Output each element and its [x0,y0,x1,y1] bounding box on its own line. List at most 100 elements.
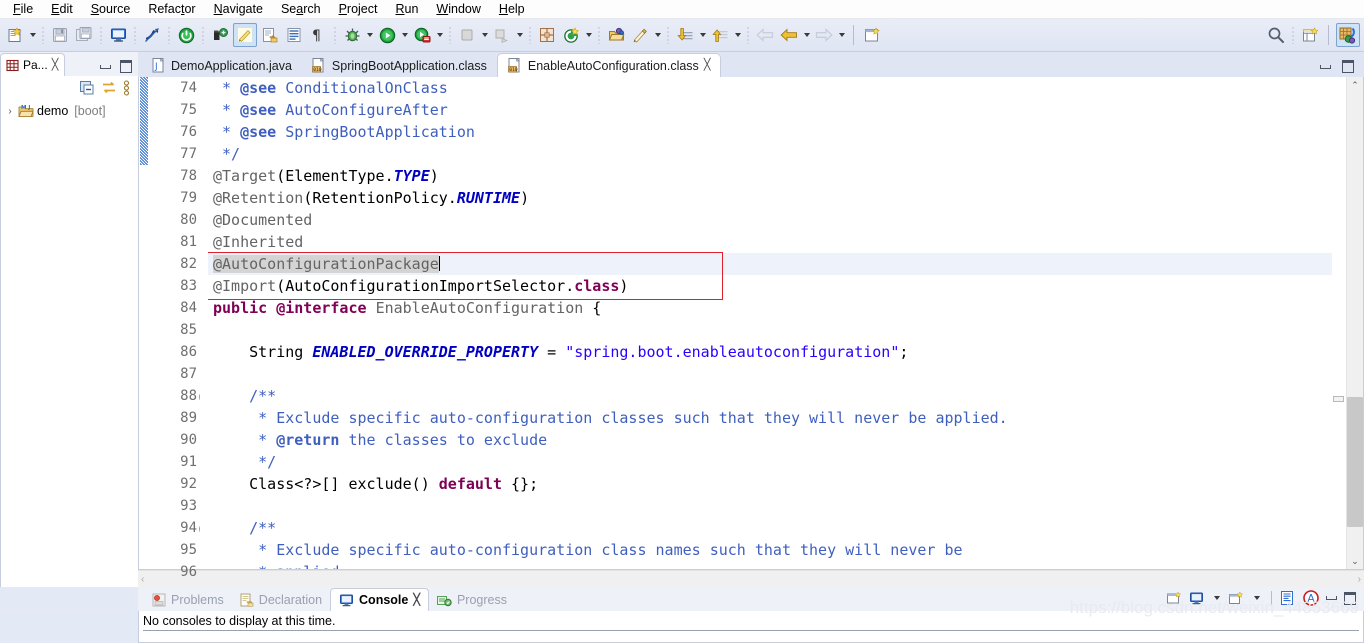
code-line[interactable]: /** [208,385,1332,407]
tree-node-demo[interactable]: › M J demo [boot] [3,102,138,120]
bottom-tab-problems[interactable]: Problems [144,589,232,611]
new-java-project-icon[interactable] [233,23,257,47]
bottom-tab-console[interactable]: Console ╳ [330,588,429,611]
relaunch-icon[interactable] [491,24,513,46]
vertical-scroll-thumb[interactable] [1347,397,1363,527]
code-line[interactable]: @Inherited [208,231,1332,253]
open-perspective-icon[interactable] [1299,24,1321,46]
code-line[interactable]: * @see AutoConfigureAfter [208,99,1332,121]
close-icon[interactable]: ╳ [413,594,420,606]
code-line[interactable]: @Documented [208,209,1332,231]
view-menu-icon[interactable] [123,80,130,96]
code-line[interactable]: * applied. [208,561,1332,569]
new-wizard-dropdown-arrow[interactable] [27,25,38,45]
scroll-left-button[interactable]: ‹ [141,574,144,585]
editor-tab-1[interactable]: 010 SpringBootApplication.class [301,54,497,77]
code-line[interactable]: * @see ConditionalOnClass [208,77,1332,99]
menu-item-source[interactable]: Source [82,0,140,18]
editor-horizontal-scrollbar[interactable]: ‹ › [138,570,1364,587]
export-icon[interactable] [259,24,281,46]
run-icon[interactable] [376,24,398,46]
editor-vertical-scrollbar[interactable]: ⌃ ⌄ [1346,77,1363,569]
menu-item-file[interactable]: File [4,0,42,18]
code-line[interactable]: * @return the classes to exclude [208,429,1332,451]
maximize-icon[interactable] [1342,60,1354,73]
menu-item-window[interactable]: Window [427,0,489,18]
scroll-up-button[interactable]: ⌃ [1347,77,1363,93]
code-line[interactable] [208,363,1332,385]
collapse-all-icon[interactable] [80,81,95,95]
code-line[interactable] [208,319,1332,341]
debug-dropdown-arrow[interactable] [364,25,375,45]
code-line[interactable]: * Exclude specific auto-configuration cl… [208,539,1332,561]
save-icon[interactable] [49,24,71,46]
close-icon[interactable]: ╳ [704,60,711,71]
menu-item-help[interactable]: Help [490,0,534,18]
run-coverage-icon[interactable] [411,24,433,46]
stop-icon[interactable] [456,24,478,46]
overview-ruler[interactable] [1332,77,1346,569]
toggle-mark-occurrences-icon[interactable] [141,24,163,46]
editor-tab-2[interactable]: 010 EnableAutoConfiguration.class ╳ [496,53,722,77]
twisty-icon[interactable]: › [5,106,15,117]
next-annotation-dropdown-arrow[interactable] [697,25,708,45]
debug-icon[interactable] [341,24,363,46]
java-ee-perspective-icon[interactable] [1336,23,1360,47]
minimize-icon[interactable] [100,64,111,69]
open-console-icon[interactable] [107,24,129,46]
back-dropdown-arrow[interactable] [801,25,812,45]
terminate-icon[interactable] [175,24,197,46]
menu-item-navigate[interactable]: Navigate [205,0,272,18]
code-text-area[interactable]: * @see ConditionalOnClass * @see AutoCon… [208,77,1332,569]
new-window-icon[interactable] [861,24,883,46]
menu-item-project[interactable]: Project [330,0,387,18]
code-line[interactable]: @Retention(RetentionPolicy.RUNTIME) [208,187,1332,209]
open-type-icon[interactable] [283,24,305,46]
search-icon[interactable] [1265,24,1287,46]
menu-item-refactor[interactable]: Refactor [139,0,204,18]
maximize-icon[interactable] [120,60,132,73]
code-line[interactable]: /** [208,517,1332,539]
code-line[interactable]: * @see SpringBootApplication [208,121,1332,143]
minimize-icon[interactable] [1320,64,1331,69]
close-icon[interactable]: ╳ [52,59,59,71]
edit-annotation-dropdown-arrow[interactable] [652,25,663,45]
scroll-right-button[interactable]: › [1358,574,1361,585]
link-with-editor-icon[interactable] [101,81,117,95]
relaunch-dropdown-arrow[interactable] [514,25,525,45]
menu-item-run[interactable]: Run [386,0,427,18]
menu-item-edit[interactable]: Edit [42,0,82,18]
forward-back-icon[interactable] [778,24,800,46]
scroll-down-button[interactable]: ⌄ [1347,553,1363,569]
open-task-icon[interactable] [605,24,627,46]
save-all-icon[interactable] [73,24,95,46]
stop-dropdown-arrow[interactable] [479,25,490,45]
editor-tab-0[interactable]: J DemoApplication.java [142,54,302,77]
back-icon[interactable] [754,24,776,46]
edit-annotation-icon[interactable] [629,24,651,46]
menu-item-search[interactable]: Search [272,0,330,18]
project-tree[interactable]: › M J demo [boot] [0,100,138,587]
code-line[interactable] [208,495,1332,517]
code-line[interactable]: @Target(ElementType.TYPE) [208,165,1332,187]
pilcrow-icon[interactable]: ¶ [307,24,329,46]
previous-annotation-dropdown-arrow[interactable] [732,25,743,45]
code-line[interactable]: */ [208,451,1332,473]
run-coverage-dropdown-arrow[interactable] [434,25,445,45]
next-annotation-icon[interactable] [674,24,696,46]
code-line[interactable]: * Exclude specific auto-configuration cl… [208,407,1332,429]
run-dropdown-arrow[interactable] [399,25,410,45]
new-java-class-icon[interactable] [209,24,231,46]
code-line[interactable]: String ENABLED_OVERRIDE_PROPERTY = "spri… [208,341,1332,363]
new-wizard-icon[interactable] [4,24,26,46]
bottom-tab-declaration[interactable]: Declaration [232,589,330,611]
tab-package-explorer[interactable]: Pa... ╳ [0,53,66,76]
new-plugin-icon[interactable] [536,24,558,46]
refresh-dropdown-arrow[interactable] [583,25,594,45]
code-line[interactable]: @Import(AutoConfigurationImportSelector.… [208,275,1332,297]
code-line[interactable]: public @interface EnableAutoConfiguratio… [208,297,1332,319]
code-line[interactable]: Class<?>[] exclude() default {}; [208,473,1332,495]
forward-dropdown-arrow[interactable] [836,25,847,45]
bottom-tab-progress[interactable]: Progress [429,589,515,611]
console-content[interactable]: No consoles to display at this time. htt… [138,598,1364,643]
